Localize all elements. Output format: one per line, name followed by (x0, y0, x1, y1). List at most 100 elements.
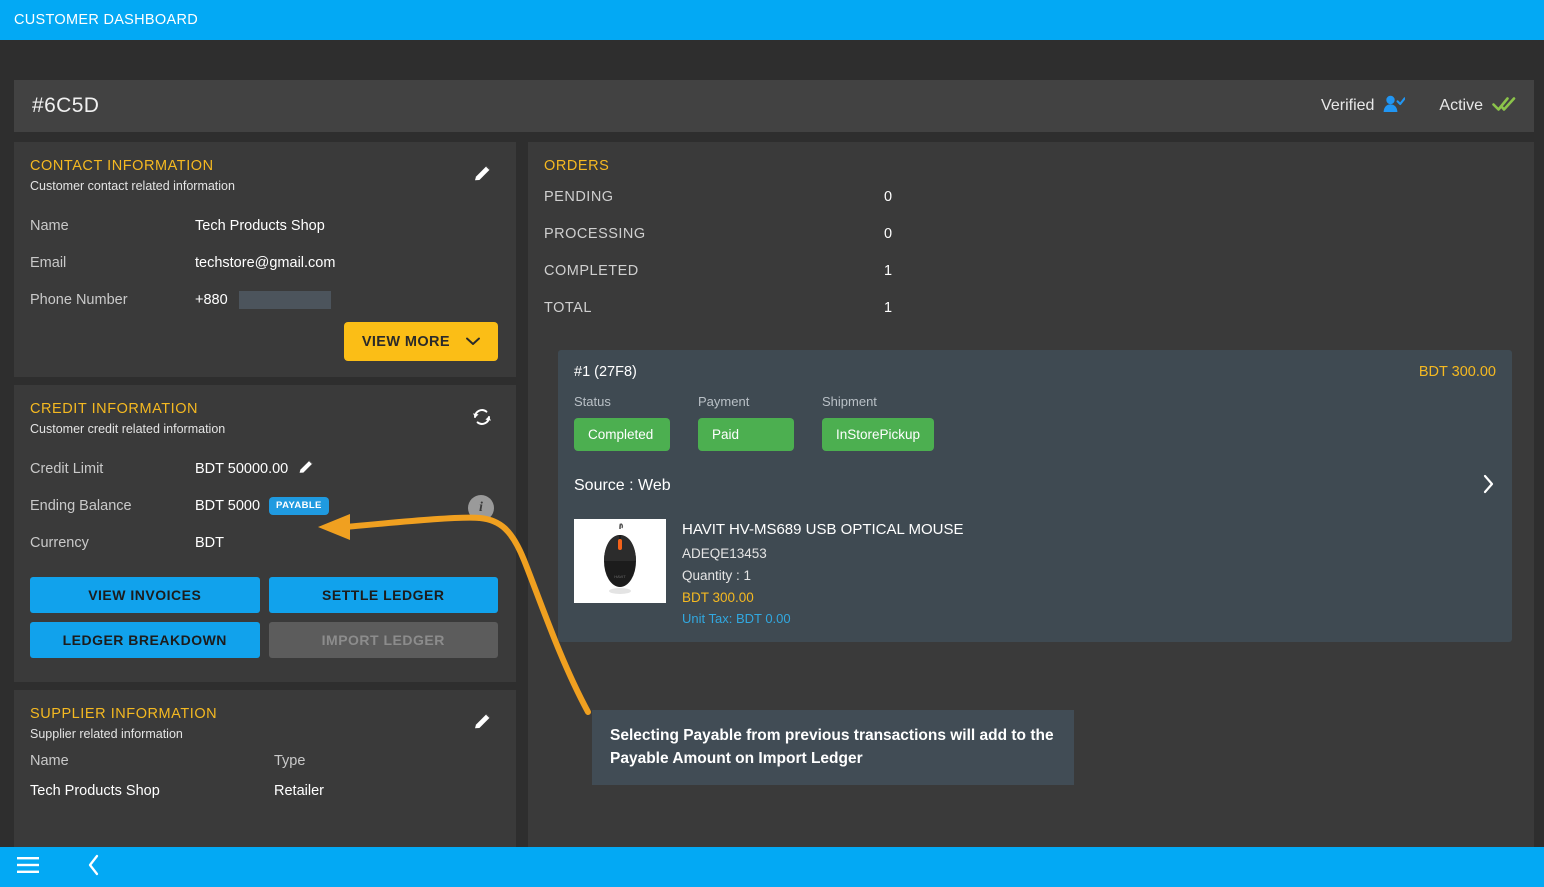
supplier-panel-title: SUPPLIER INFORMATION (30, 706, 218, 722)
view-more-label: VIEW MORE (361, 333, 450, 350)
credit-action-buttons: VIEW INVOICES SETTLE LEDGER LEDGER BREAK… (30, 577, 498, 658)
page-body: #6C5D Verified Active CONTACT INFORMATIO… (0, 40, 1544, 850)
credit-panel-subtitle: Customer credit related information (30, 422, 226, 436)
order-status-label: Status (574, 394, 611, 409)
product-sku: ADEQE13453 (682, 546, 767, 561)
contact-panel-title: CONTACT INFORMATION (30, 158, 214, 174)
order-shipment-label: Shipment (822, 394, 877, 409)
product-name: HAVIT HV-MS689 USB OPTICAL MOUSE (682, 521, 964, 538)
credit-row-currency: Currency BDT (30, 524, 498, 561)
order-payment-group: Payment Paid (698, 394, 794, 451)
computer-mouse-photo: HAVIT (589, 522, 651, 600)
orders-stat-processing: PROCESSING 0 (544, 215, 1516, 252)
table-row: Tech Products Shop Retailer (30, 783, 498, 799)
order-badge-row: Status Completed Payment Paid Shipment I… (574, 394, 1496, 451)
supplier-information-panel: SUPPLIER INFORMATION Supplier related in… (14, 690, 516, 850)
payable-badge[interactable]: PAYABLE (269, 496, 329, 515)
ending-balance-value: BDT 5000 (195, 497, 261, 514)
payment-badge: Paid (698, 418, 794, 451)
credit-limit-edit-button[interactable] (297, 458, 315, 480)
orders-statistics: PENDING 0 PROCESSING 0 COMPLETED 1 TOTAL… (528, 178, 1534, 340)
ledger-breakdown-button[interactable]: LEDGER BREAKDOWN (30, 622, 260, 658)
supplier-col-type: Type (274, 753, 306, 769)
view-invoices-button[interactable]: VIEW INVOICES (30, 577, 260, 613)
supplier-row-type: Retailer (274, 783, 324, 799)
product-thumbnail: HAVIT (574, 519, 666, 603)
orders-total-label: TOTAL (544, 299, 592, 316)
orders-stat-pending: PENDING 0 (544, 178, 1516, 215)
currency-value: BDT (195, 534, 224, 551)
orders-stat-total: TOTAL 1 (544, 289, 1516, 326)
contact-phone-value: +880 (195, 291, 228, 308)
header-status-group: Verified Active (1321, 94, 1516, 119)
annotation-text: Selecting Payable from previous transact… (610, 727, 1054, 767)
order-source-row: Source : Web (574, 473, 1496, 499)
orders-completed-label: COMPLETED (544, 262, 639, 279)
credit-information-panel: CREDIT INFORMATION Customer credit relat… (14, 385, 516, 682)
product-price: BDT 300.00 (682, 590, 754, 605)
orders-header: ORDERS (528, 142, 1534, 178)
credit-limit-value: BDT 50000.00 (195, 460, 289, 477)
view-more-button[interactable]: VIEW MORE (343, 322, 498, 361)
contact-edit-button[interactable] (468, 162, 496, 190)
order-source: Source : Web (574, 477, 671, 494)
supplier-table: Name Type Tech Products Shop Retailer (30, 753, 498, 799)
orders-stat-completed: COMPLETED 1 (544, 252, 1516, 289)
app-title: CUSTOMER DASHBOARD (14, 12, 198, 28)
order-card-header: #1 (27F8) BDT 300.00 (574, 364, 1496, 380)
left-column: CONTACT INFORMATION Customer contact rel… (14, 142, 516, 850)
credit-row-ending-balance: Ending Balance BDT 5000 PAYABLE (30, 487, 498, 524)
order-payment-label: Payment (698, 394, 750, 409)
refresh-icon (471, 406, 493, 433)
supplier-table-header: Name Type (30, 753, 498, 769)
annotation-callout: Selecting Payable from previous transact… (592, 710, 1074, 785)
orders-total-value: 1 (884, 299, 893, 316)
contact-email-value: techstore@gmail.com (195, 254, 336, 271)
order-number: #1 (27F8) (574, 364, 637, 380)
settle-ledger-button[interactable]: SETTLE LEDGER (268, 577, 498, 613)
svg-text:HAVIT: HAVIT (614, 574, 626, 579)
hamburger-menu-button[interactable] (12, 851, 44, 883)
top-app-bar: CUSTOMER DASHBOARD (0, 0, 1544, 40)
import-ledger-button: IMPORT LEDGER (268, 622, 498, 658)
customer-id: #6C5D (32, 94, 100, 117)
supplier-edit-button[interactable] (468, 710, 496, 738)
order-status-group: Status Completed (574, 394, 670, 451)
shipment-badge: InStorePickup (822, 418, 935, 451)
hamburger-menu-icon (16, 856, 40, 879)
supplier-panel-subtitle: Supplier related information (30, 727, 183, 741)
chevron-right-icon[interactable] (1482, 473, 1496, 499)
order-product-row: HAVIT HAVIT HV-MS689 USB OPTICAL MOUSE A… (574, 519, 1496, 626)
order-shipment-group: Shipment InStorePickup (822, 394, 935, 451)
credit-panel-title: CREDIT INFORMATION (30, 401, 199, 417)
chevron-down-icon (466, 334, 480, 350)
product-unit-tax: Unit Tax: BDT 0.00 (682, 611, 791, 626)
orders-processing-value: 0 (884, 225, 893, 242)
chevron-left-icon (86, 853, 102, 882)
back-button[interactable] (78, 851, 110, 883)
active-label: Active (1439, 97, 1483, 114)
credit-limit-label: Credit Limit (30, 460, 104, 477)
currency-label: Currency (30, 534, 89, 551)
contact-email-label: Email (30, 254, 67, 271)
contact-phone-label: Phone Number (30, 291, 128, 308)
orders-completed-value: 1 (884, 262, 893, 279)
order-card[interactable]: #1 (27F8) BDT 300.00 Status Completed Pa… (558, 350, 1512, 642)
supplier-col-name: Name (30, 753, 69, 769)
contact-name-label: Name (30, 217, 69, 234)
orders-pending-value: 0 (884, 188, 893, 205)
supplier-row-name: Tech Products Shop (30, 783, 160, 799)
active-status: Active (1439, 95, 1516, 118)
contact-row-email: Email techstore@gmail.com (30, 244, 498, 281)
credit-refresh-button[interactable] (468, 405, 496, 433)
contact-information-panel: CONTACT INFORMATION Customer contact rel… (14, 142, 516, 377)
pencil-icon (472, 163, 493, 189)
credit-info-button[interactable]: i (468, 495, 494, 521)
contact-row-name: Name Tech Products Shop (30, 207, 498, 244)
orders-panel-title: ORDERS (544, 158, 610, 174)
customer-id-bar: #6C5D Verified Active (14, 80, 1534, 132)
user-check-icon (1383, 94, 1407, 119)
contact-panel-subtitle: Customer contact related information (30, 179, 235, 193)
verified-status: Verified (1321, 94, 1407, 119)
bottom-nav-bar (0, 847, 1544, 887)
